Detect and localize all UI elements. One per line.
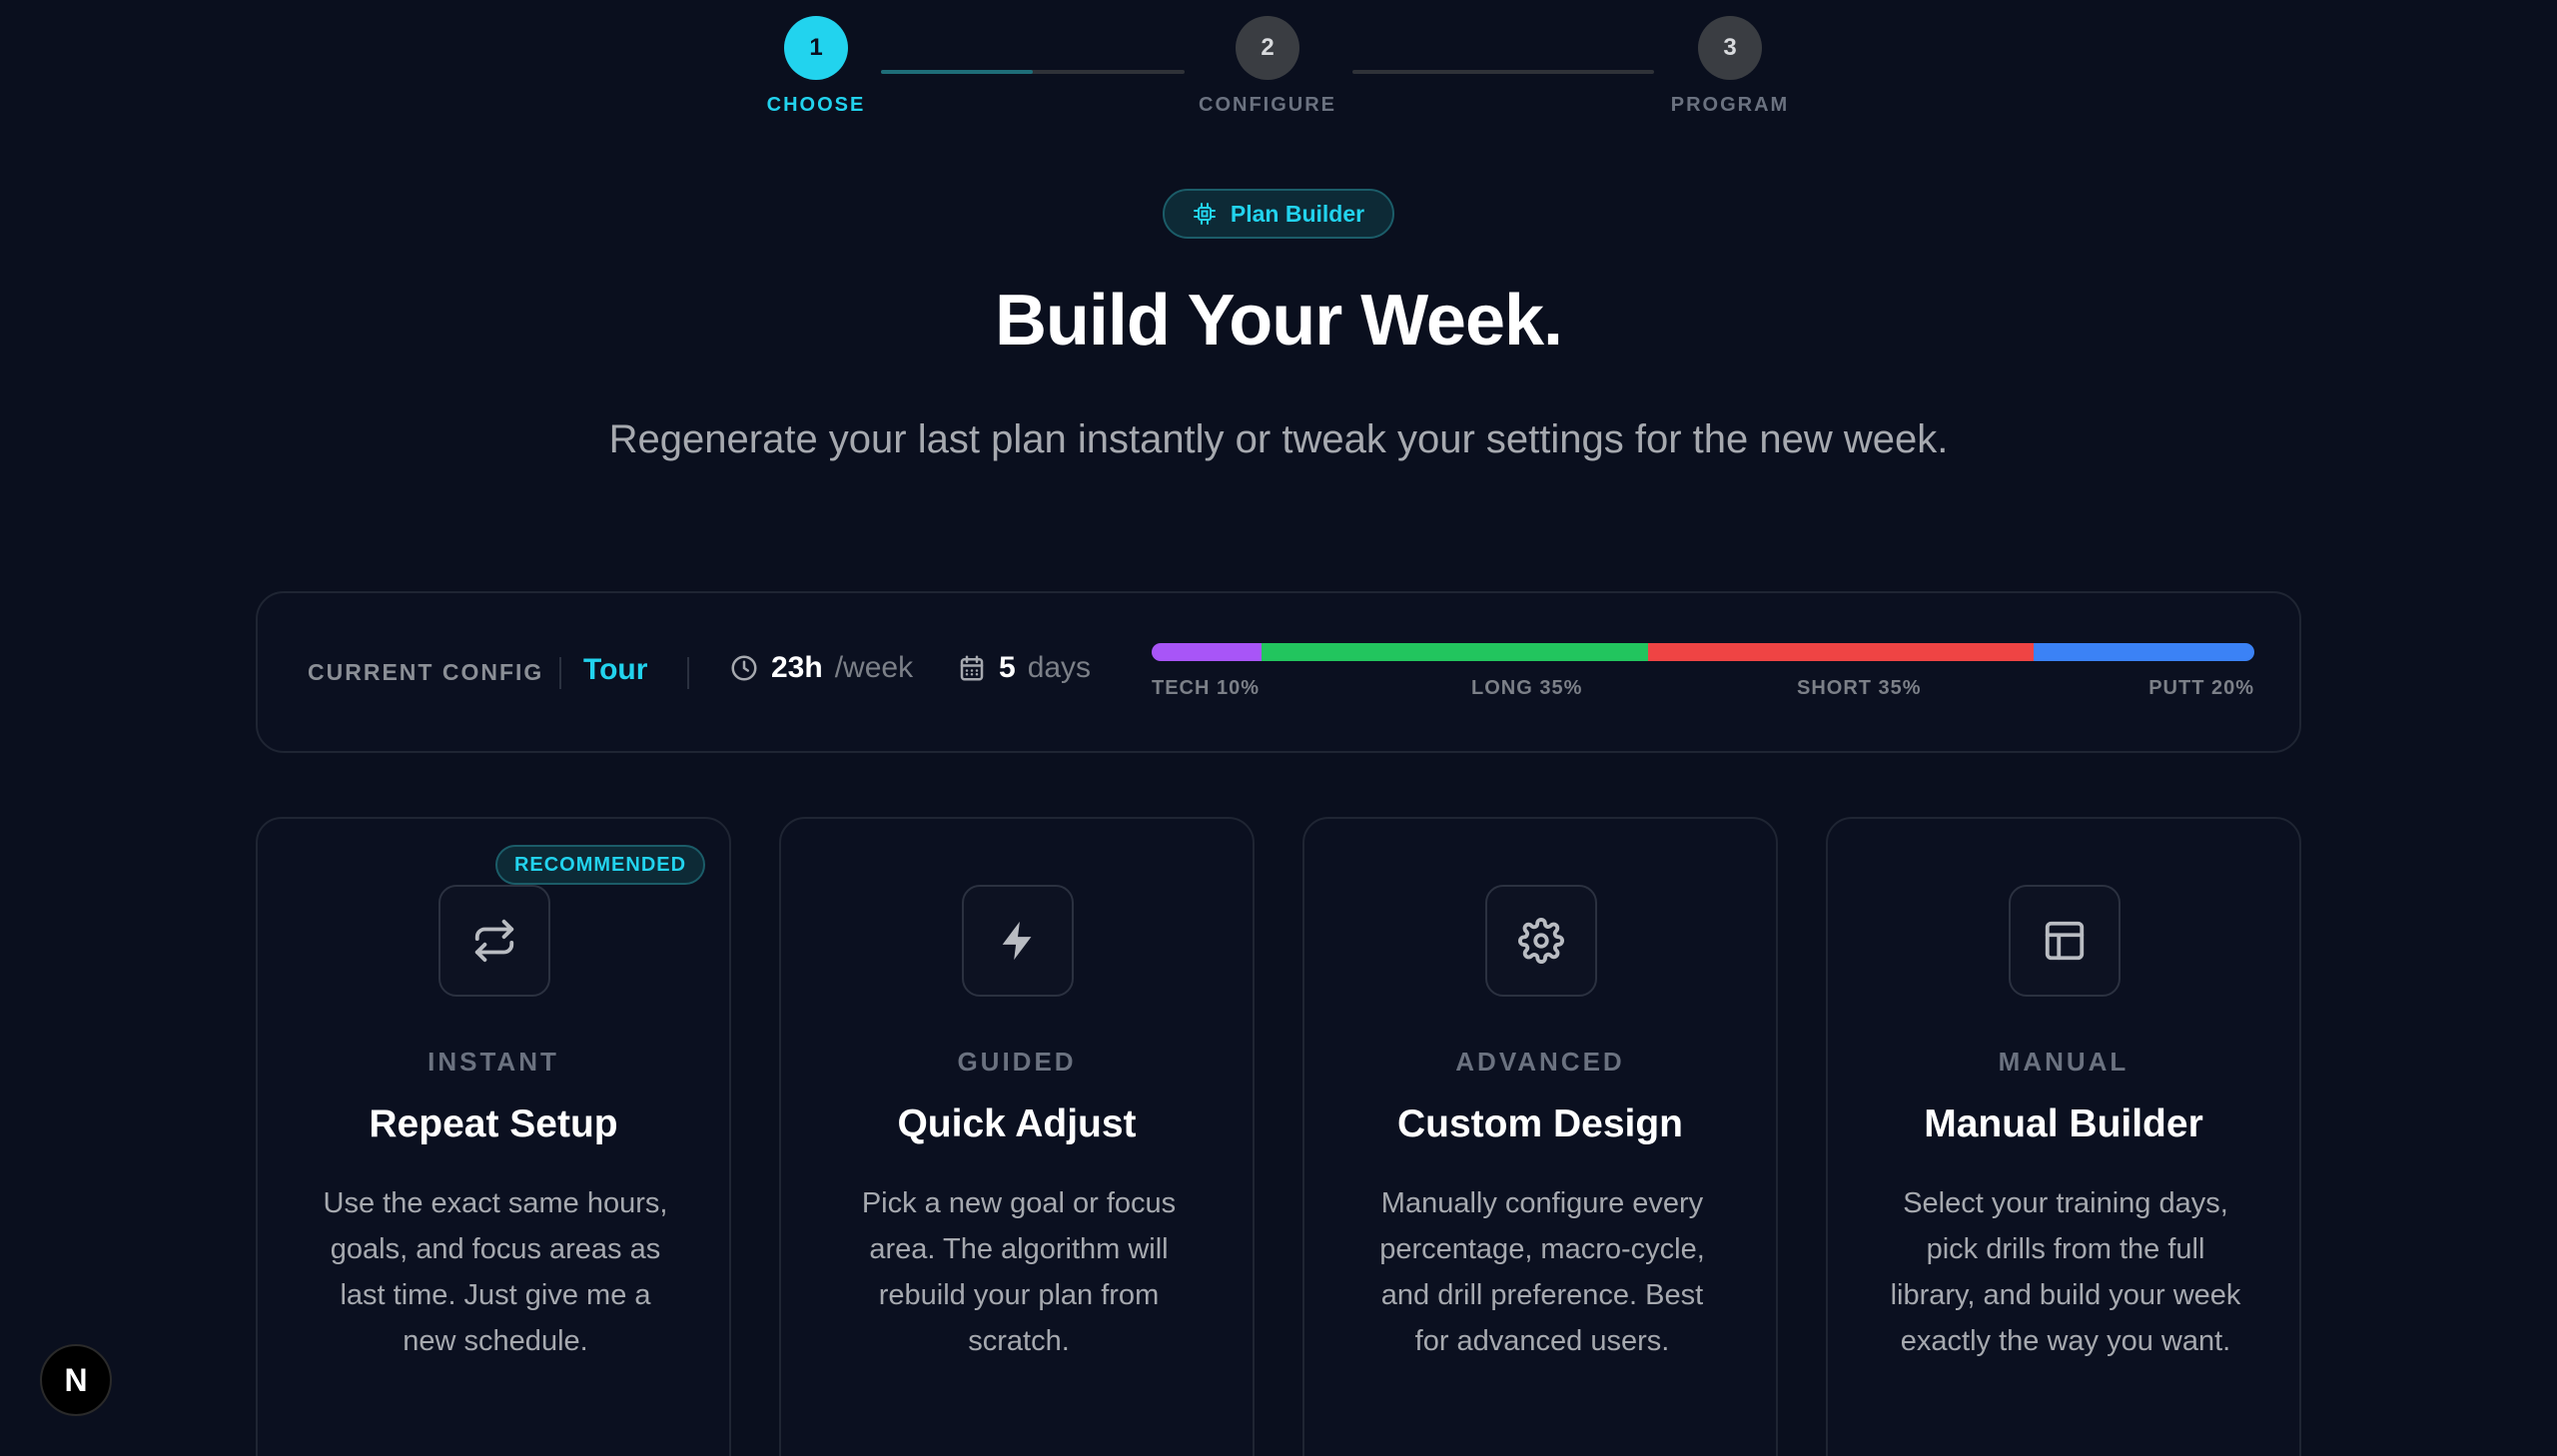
config-hours: 23h /week: [729, 651, 913, 685]
card-icon-box: [438, 885, 550, 997]
clock-icon: [731, 655, 757, 681]
recommended-badge: RECOMMENDED: [495, 845, 705, 885]
step-connector-2: [1352, 70, 1654, 74]
gear-icon: [1518, 918, 1564, 964]
current-config-panel: CURRENT CONFIG Tour 23h /week 5 days TEC…: [256, 591, 2301, 753]
card-title: Custom Design: [1396, 1102, 1684, 1145]
hours-unit: /week: [834, 651, 914, 684]
card-description: Pick a new goal or focus area. The algor…: [861, 1187, 1177, 1357]
option-card-quick-adjust[interactable]: GUIDED Quick Adjust Pick a new goal or f…: [779, 817, 1255, 1456]
days-unit: days: [1027, 651, 1092, 684]
card-description: Select your training days, pick drills f…: [1890, 1187, 2241, 1357]
card-kicker: GUIDED: [957, 1047, 1077, 1077]
chip-icon: [1193, 203, 1216, 225]
option-card-custom-design[interactable]: ADVANCED Custom Design Manually configur…: [1302, 817, 1778, 1456]
card-kicker: INSTANT: [427, 1047, 559, 1077]
option-card-repeat-setup[interactable]: RECOMMENDED INSTANT Repeat Setup Use the…: [256, 817, 731, 1456]
step-choose[interactable]: 1 CHOOSE: [716, 16, 916, 117]
card-description: Use the exact same hours, goals, and foc…: [323, 1187, 668, 1357]
step-number: 3: [1698, 16, 1762, 80]
layout-icon: [2045, 921, 2085, 961]
dev-tools-button[interactable]: N: [40, 1344, 112, 1416]
dist-label-tech: TECH 10%: [1152, 677, 1261, 699]
card-kicker: ADVANCED: [1455, 1047, 1625, 1077]
page-title: Build Your Week.: [994, 281, 1563, 361]
step-program[interactable]: 3 PROGRAM: [1630, 16, 1830, 117]
dist-segment-short: [1647, 643, 2035, 661]
calendar-icon: [960, 655, 984, 681]
card-kicker: MANUAL: [1998, 1047, 2130, 1077]
dist-segment-tech: [1152, 643, 1263, 661]
step-label: CHOOSE: [766, 94, 866, 116]
plan-builder-label: Plan Builder: [1230, 200, 1365, 227]
dist-label-short: SHORT 35%: [1797, 677, 1922, 699]
focus-distribution-labels: TECH 10% LONG 35% SHORT 35% PUTT 20%: [1152, 677, 2254, 707]
config-mode: Tour: [583, 653, 648, 686]
step-number: 2: [1236, 16, 1299, 80]
lightning-icon: [1002, 921, 1032, 961]
dist-segment-long: [1262, 643, 1648, 661]
card-title: Manual Builder: [1924, 1102, 2203, 1145]
step-label: PROGRAM: [1670, 94, 1790, 116]
card-icon-box: [962, 885, 1074, 997]
repeat-icon: [474, 919, 514, 963]
divider: [559, 657, 561, 689]
config-days: 5 days: [957, 651, 1091, 685]
step-number: 1: [784, 16, 848, 80]
option-card-manual-builder[interactable]: MANUAL Manual Builder Select your traini…: [1826, 817, 2301, 1456]
dist-segment-putt: [2034, 643, 2254, 661]
config-label: CURRENT CONFIG: [308, 659, 544, 685]
card-title: Quick Adjust: [897, 1102, 1137, 1145]
hours-value: 23h: [771, 651, 823, 684]
card-icon-box: [2009, 885, 2121, 997]
step-label: CONFIGURE: [1199, 94, 1336, 116]
card-icon-box: [1485, 885, 1597, 997]
card-title: Repeat Setup: [369, 1102, 618, 1145]
days-value: 5: [999, 651, 1016, 684]
step-connector-1: [881, 70, 1185, 74]
progress-stepper: 1 CHOOSE 2 CONFIGURE 3 PROGRAM: [0, 16, 2557, 126]
divider: [687, 657, 689, 689]
focus-distribution-bar: [1152, 643, 2254, 661]
plan-builder-badge: Plan Builder: [1163, 189, 1394, 239]
step-configure[interactable]: 2 CONFIGURE: [1168, 16, 1367, 117]
card-description: Manually configure every percentage, mac…: [1379, 1187, 1705, 1357]
dist-label-long: LONG 35%: [1471, 677, 1583, 699]
page-subtitle: Regenerate your last plan instantly or t…: [608, 417, 1949, 461]
dist-label-putt: PUTT 20%: [2148, 677, 2254, 699]
